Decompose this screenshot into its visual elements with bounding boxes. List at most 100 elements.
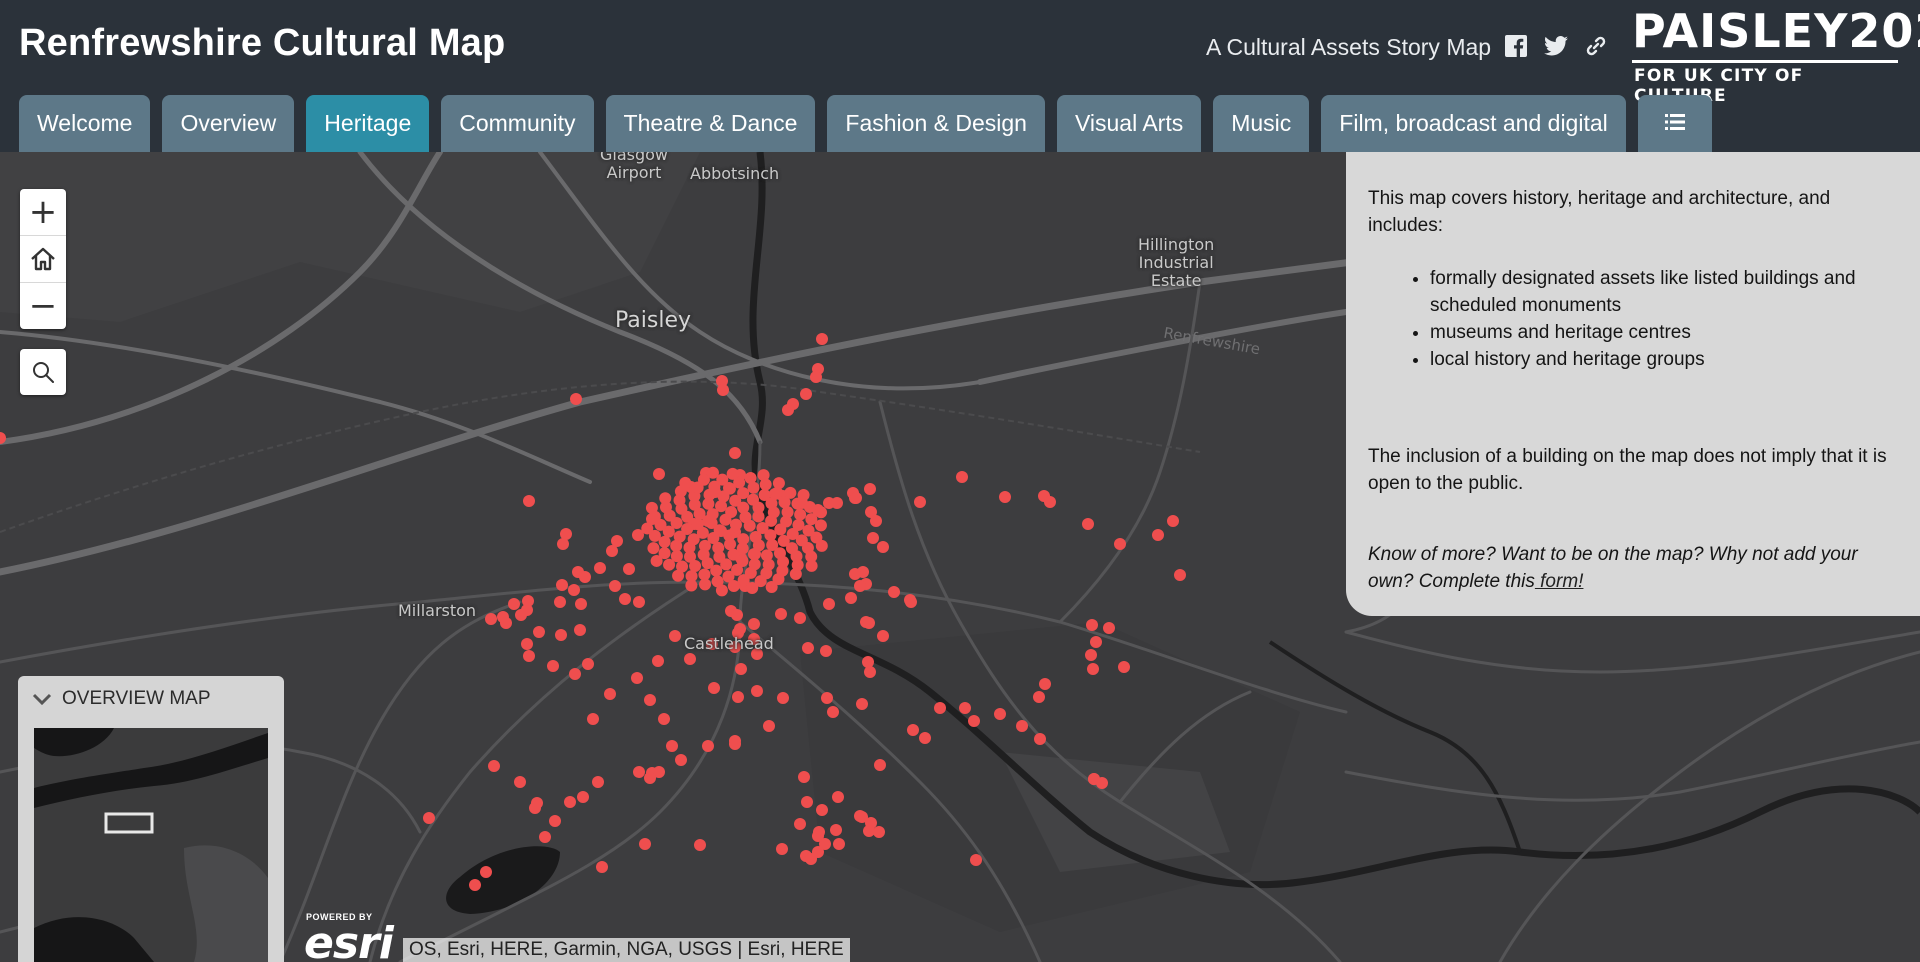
heritage-marker[interactable] bbox=[729, 738, 741, 750]
heritage-marker[interactable] bbox=[729, 447, 741, 459]
heritage-marker[interactable] bbox=[959, 702, 971, 714]
heritage-marker[interactable] bbox=[554, 596, 566, 608]
heritage-marker[interactable] bbox=[568, 584, 580, 596]
heritage-marker[interactable] bbox=[644, 694, 656, 706]
heritage-marker[interactable] bbox=[735, 663, 747, 675]
heritage-marker[interactable] bbox=[1174, 569, 1186, 581]
heritage-marker[interactable] bbox=[864, 666, 876, 678]
heritage-marker[interactable] bbox=[904, 594, 916, 606]
tab-welcome[interactable]: Welcome bbox=[19, 95, 151, 152]
heritage-marker[interactable] bbox=[577, 791, 589, 803]
heritage-marker[interactable] bbox=[717, 384, 729, 396]
heritage-marker[interactable] bbox=[564, 796, 576, 808]
twitter-icon[interactable] bbox=[1544, 34, 1568, 58]
heritage-marker[interactable] bbox=[888, 586, 900, 598]
heritage-marker[interactable] bbox=[675, 754, 687, 766]
tab-heritage[interactable]: Heritage bbox=[306, 95, 430, 152]
heritage-marker[interactable] bbox=[732, 691, 744, 703]
heritage-marker[interactable] bbox=[907, 724, 919, 736]
heritage-marker[interactable] bbox=[1039, 678, 1051, 690]
tab-visual-arts[interactable]: Visual Arts bbox=[1056, 95, 1202, 152]
heritage-marker[interactable] bbox=[919, 732, 931, 744]
search-button[interactable] bbox=[20, 349, 66, 395]
heritage-marker[interactable] bbox=[970, 854, 982, 866]
heritage-marker[interactable] bbox=[968, 715, 980, 727]
tab-film-broadcast-digital[interactable]: Film, broadcast and digital bbox=[1321, 95, 1626, 152]
heritage-marker[interactable] bbox=[794, 508, 807, 521]
heritage-marker[interactable] bbox=[653, 468, 665, 480]
heritage-marker[interactable] bbox=[423, 812, 435, 824]
heritage-marker[interactable] bbox=[832, 791, 844, 803]
heritage-marker[interactable] bbox=[702, 740, 714, 752]
heritage-marker[interactable] bbox=[1082, 518, 1094, 530]
heritage-marker[interactable] bbox=[500, 617, 512, 629]
heritage-marker[interactable] bbox=[744, 471, 757, 484]
heritage-marker[interactable] bbox=[523, 650, 535, 662]
heritage-marker[interactable] bbox=[609, 580, 621, 592]
heritage-marker[interactable] bbox=[815, 539, 828, 552]
tab-theatre-dance[interactable]: Theatre & Dance bbox=[605, 95, 816, 152]
heritage-marker[interactable] bbox=[805, 559, 818, 572]
tab-overview[interactable]: Overview bbox=[162, 95, 295, 152]
heritage-marker[interactable] bbox=[798, 771, 810, 783]
heritage-marker[interactable] bbox=[647, 542, 660, 555]
heritage-marker[interactable] bbox=[803, 501, 816, 514]
heritage-marker[interactable] bbox=[737, 487, 750, 500]
heritage-marker[interactable] bbox=[956, 471, 968, 483]
heritage-marker[interactable] bbox=[699, 578, 712, 591]
heritage-marker[interactable] bbox=[720, 558, 733, 571]
heritage-marker[interactable] bbox=[747, 548, 760, 561]
heritage-marker[interactable] bbox=[469, 879, 481, 891]
heritage-marker[interactable] bbox=[877, 630, 889, 642]
heritage-marker[interactable] bbox=[1085, 649, 1097, 661]
heritage-marker[interactable] bbox=[480, 866, 492, 878]
heritage-marker[interactable] bbox=[1103, 622, 1115, 634]
heritage-marker[interactable] bbox=[1090, 636, 1102, 648]
heritage-marker[interactable] bbox=[575, 598, 587, 610]
heritage-marker[interactable] bbox=[710, 564, 723, 577]
heritage-marker[interactable] bbox=[849, 568, 861, 580]
heritage-marker[interactable] bbox=[873, 826, 885, 838]
heritage-marker[interactable] bbox=[514, 776, 526, 788]
heritage-marker[interactable] bbox=[810, 371, 822, 383]
heritage-marker[interactable] bbox=[623, 563, 635, 575]
heritage-marker[interactable] bbox=[725, 506, 738, 519]
heritage-marker[interactable] bbox=[765, 581, 778, 594]
heritage-marker[interactable] bbox=[731, 609, 743, 621]
heritage-marker[interactable] bbox=[659, 492, 672, 505]
heritage-marker[interactable] bbox=[706, 466, 719, 479]
heritage-marker[interactable] bbox=[672, 569, 685, 582]
heritage-marker[interactable] bbox=[549, 815, 561, 827]
heritage-marker[interactable] bbox=[815, 506, 828, 519]
heritage-marker[interactable] bbox=[784, 486, 797, 499]
facebook-icon[interactable] bbox=[1504, 34, 1528, 58]
heritage-marker[interactable] bbox=[1034, 733, 1046, 745]
heritage-marker[interactable] bbox=[867, 532, 879, 544]
zoom-out-button[interactable]: − bbox=[20, 283, 66, 329]
heritage-marker[interactable] bbox=[508, 598, 520, 610]
heritage-marker[interactable] bbox=[777, 692, 789, 704]
heritage-marker[interactable] bbox=[579, 571, 591, 583]
heritage-marker[interactable] bbox=[813, 826, 825, 838]
heritage-marker[interactable] bbox=[521, 638, 533, 650]
heritage-marker[interactable] bbox=[763, 720, 775, 732]
heritage-marker[interactable] bbox=[757, 469, 770, 482]
home-button[interactable] bbox=[20, 236, 66, 283]
heritage-marker[interactable] bbox=[797, 488, 810, 501]
tab-community[interactable]: Community bbox=[441, 95, 594, 152]
heritage-marker[interactable] bbox=[831, 497, 843, 509]
heritage-marker[interactable] bbox=[644, 772, 656, 784]
heritage-marker[interactable] bbox=[789, 567, 802, 580]
heritage-marker[interactable] bbox=[860, 616, 872, 628]
heritage-marker[interactable] bbox=[633, 596, 645, 608]
heritage-marker[interactable] bbox=[569, 668, 581, 680]
map-view[interactable]: Glasgow Airport Abbotsinch Hillington In… bbox=[0, 152, 1920, 962]
overview-map-toggle[interactable]: OVERVIEW MAP bbox=[32, 688, 211, 710]
heritage-marker[interactable] bbox=[727, 580, 740, 593]
heritage-marker[interactable] bbox=[488, 760, 500, 772]
heritage-marker[interactable] bbox=[645, 501, 658, 514]
tab-music[interactable]: Music bbox=[1213, 95, 1310, 152]
heritage-marker[interactable] bbox=[679, 476, 692, 489]
heritage-marker[interactable] bbox=[1087, 663, 1099, 675]
heritage-marker[interactable] bbox=[1152, 529, 1164, 541]
